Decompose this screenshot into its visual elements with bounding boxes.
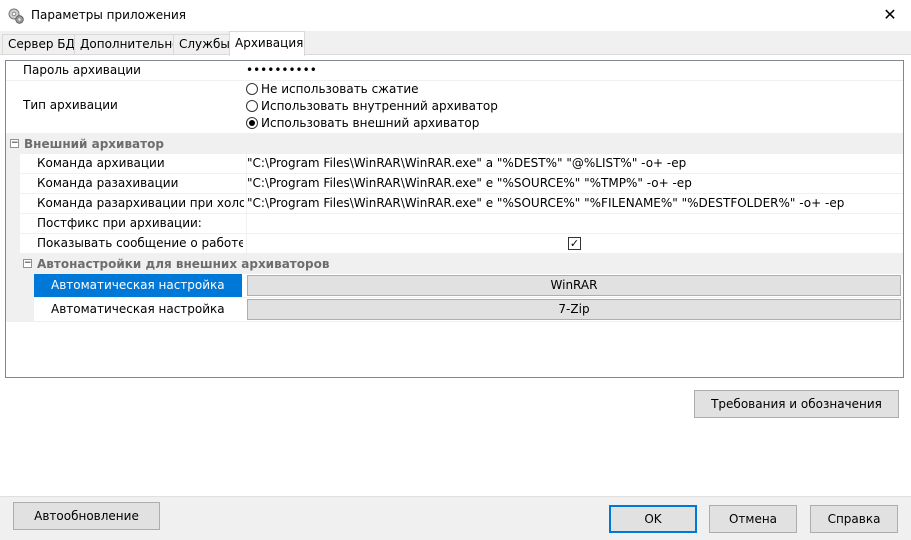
requirements-button[interactable]: Требования и обозначения xyxy=(694,390,899,418)
row-gutter xyxy=(6,194,20,213)
show-message-row[interactable]: Показывать сообщение о работе вне ✓ xyxy=(6,234,903,254)
ok-button[interactable]: OK xyxy=(609,505,697,533)
cancel-button[interactable]: Отмена xyxy=(709,505,797,533)
archive-command-value[interactable]: "C:\Program Files\WinRAR\WinRAR.exe" a "… xyxy=(246,154,902,173)
property-label: Команда архивации xyxy=(37,156,165,170)
cold-unarchive-command-row[interactable]: Команда разархивации при холодно "C:\Pro… xyxy=(6,194,903,214)
unarchive-command-value[interactable]: "C:\Program Files\WinRAR\WinRAR.exe" e "… xyxy=(246,174,902,193)
archive-command-row[interactable]: Команда архивации "C:\Program Files\WinR… xyxy=(6,154,903,174)
property-label-selected: Автоматическая настройка xyxy=(34,274,242,297)
radio-no-compression[interactable]: Не использовать сжатие xyxy=(246,82,419,96)
close-icon[interactable]: ✕ xyxy=(880,5,900,25)
autosetting-winrar-row[interactable]: Автоматическая настройка WinRAR xyxy=(6,274,903,298)
password-row[interactable]: Пароль архивации •••••••••• xyxy=(6,61,903,81)
help-button[interactable]: Справка xyxy=(810,505,898,533)
category-label: Внешний архиватор xyxy=(24,137,164,151)
row-gutter xyxy=(6,214,20,233)
property-grid: Пароль архивации •••••••••• Тип архиваци… xyxy=(5,60,904,378)
radio-label: Использовать внутренний архиватор xyxy=(261,99,498,113)
unarchive-command-row[interactable]: Команда разахивации "C:\Program Files\Wi… xyxy=(6,174,903,194)
tab-db-server[interactable]: Сервер БД xyxy=(2,34,75,54)
tab-additional[interactable]: Дополнительно xyxy=(74,34,180,54)
7zip-button[interactable]: 7-Zip xyxy=(247,299,901,320)
autosetting-7zip-row[interactable]: Автоматическая настройка 7-Zip xyxy=(6,298,903,322)
postfix-value[interactable] xyxy=(246,214,902,233)
collapse-icon[interactable]: − xyxy=(23,259,32,268)
checkbox-checked[interactable]: ✓ xyxy=(568,237,581,250)
row-gutter xyxy=(6,274,34,297)
password-label: Пароль архивации xyxy=(23,63,141,77)
archive-type-label: Тип архивации xyxy=(23,98,118,112)
divider xyxy=(0,496,911,497)
radio-external-archiver[interactable]: Использовать внешний архиватор xyxy=(246,116,479,130)
property-label: Команда разахивации xyxy=(37,176,179,190)
window-title: Параметры приложения xyxy=(31,8,187,22)
row-gutter xyxy=(6,234,20,253)
tab-strip: Сервер БД Дополнительно Службы Архивация xyxy=(0,31,911,56)
radio-button[interactable] xyxy=(246,100,258,112)
archive-type-row: Тип архивации Не использовать сжатие Исп… xyxy=(6,81,903,134)
radio-internal-archiver[interactable]: Использовать внутренний архиватор xyxy=(246,99,498,113)
winrar-button[interactable]: WinRAR xyxy=(247,275,901,296)
collapse-icon[interactable]: − xyxy=(10,139,19,148)
category-autosettings[interactable]: − Автонастройки для внешних архиваторов xyxy=(6,254,903,274)
radio-label: Использовать внешний архиватор xyxy=(261,116,480,130)
row-gutter xyxy=(6,254,20,273)
row-gutter xyxy=(6,298,34,321)
property-label: Показывать сообщение о работе вне xyxy=(37,236,243,250)
gear-disc-icon xyxy=(8,8,24,24)
category-label: Автонастройки для внешних архиваторов xyxy=(37,257,330,271)
property-label: Автоматическая настройка xyxy=(51,302,225,316)
password-value[interactable]: •••••••••• xyxy=(246,61,896,79)
radio-button[interactable] xyxy=(246,83,258,95)
postfix-row[interactable]: Постфикс при архивации: xyxy=(6,214,903,234)
category-external-archiver[interactable]: − Внешний архиватор xyxy=(6,134,903,154)
radio-label: Не использовать сжатие xyxy=(261,82,419,96)
autoupdate-button[interactable]: Автообновление xyxy=(13,502,160,530)
row-gutter xyxy=(6,154,20,173)
title-bar: Параметры приложения ✕ xyxy=(0,0,911,31)
cold-unarchive-command-value[interactable]: "C:\Program Files\WinRAR\WinRAR.exe" e "… xyxy=(246,194,902,213)
property-label: Команда разархивации при холодно xyxy=(37,196,244,210)
row-gutter xyxy=(6,174,20,193)
property-label: Постфикс при архивации: xyxy=(37,216,202,230)
radio-button-selected[interactable] xyxy=(246,117,258,129)
tab-services[interactable]: Службы xyxy=(173,34,230,54)
tab-archiving[interactable]: Архивация xyxy=(229,31,305,56)
